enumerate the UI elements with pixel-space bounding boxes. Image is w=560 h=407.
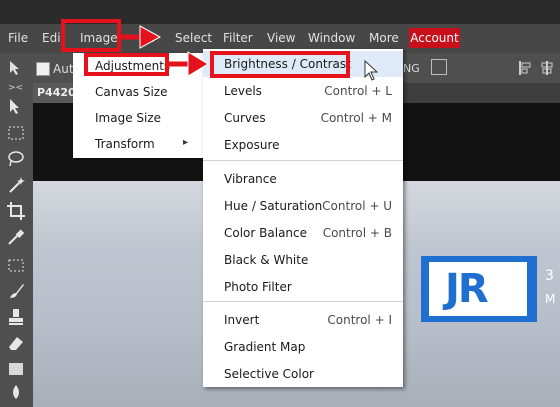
mouse-cursor-icon: [364, 60, 379, 81]
annotation-arrows: [121, 25, 209, 77]
